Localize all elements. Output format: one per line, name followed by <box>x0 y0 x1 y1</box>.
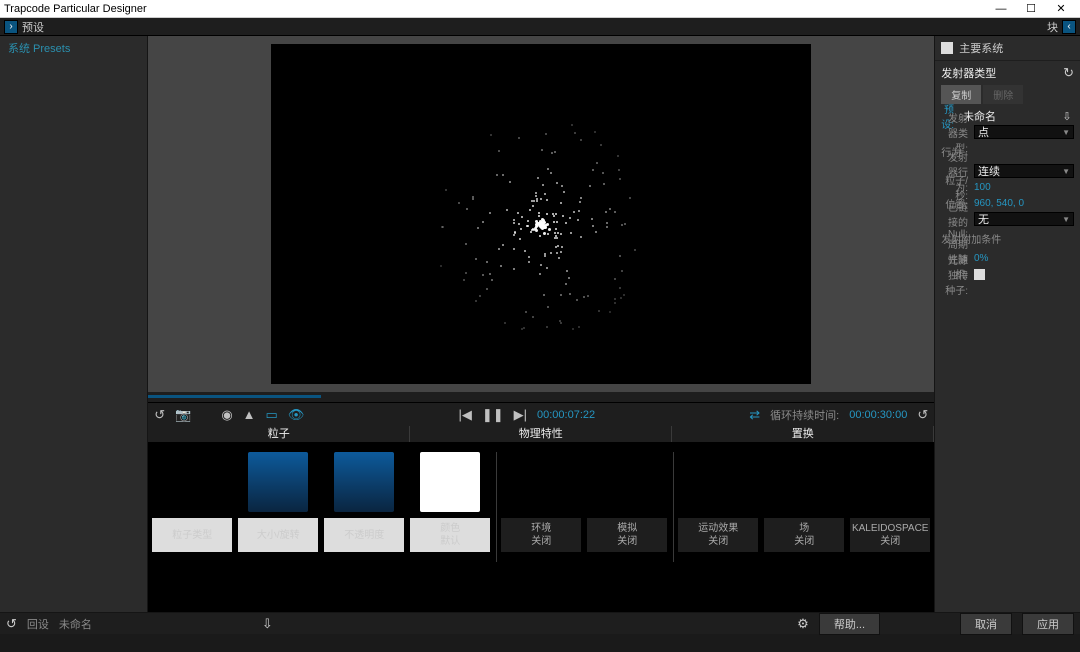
thumb-label: 大小/旋转 <box>257 529 300 542</box>
thumb-label: 不透明度 <box>344 529 384 542</box>
preview-canvas[interactable] <box>271 44 811 384</box>
transport-bar: ↺ 📷 ◉ ▲ ▭ 👁 |◀ ❚❚ ▶| 00:00:07:22 ⇄ 循环持续时… <box>148 402 934 426</box>
thumb-env[interactable]: 环境关闭 <box>501 452 581 562</box>
behavior-dropdown[interactable]: 连续▼ <box>974 164 1074 178</box>
thumb-particle-type[interactable]: 粒子类型 <box>152 452 232 562</box>
thumb-label: 粒子类型 <box>172 529 212 542</box>
loop-icon[interactable]: ⇄ <box>749 407 760 423</box>
presets-toggle[interactable]: › <box>4 20 18 34</box>
thumbs-row: 粒子类型 大小/旋转 不透明度 颜色默认 环境关闭 <box>148 442 934 562</box>
footer-name: 未命名 <box>59 616 92 632</box>
thumb-img <box>688 452 748 512</box>
timeline-scrub[interactable] <box>148 392 934 402</box>
lower-fill <box>148 562 934 612</box>
thumb-label: 场 <box>799 522 809 535</box>
preview-area <box>148 36 934 392</box>
thumb-label: 模拟 <box>617 522 637 535</box>
thumb-sub: 默认 <box>440 535 460 548</box>
right-panel: 主要系统 发射器类型 ↻ 复制 删除 预设: 未命名 ⇩ 发射器类型: 点▼ 行… <box>934 36 1080 612</box>
thumb-img <box>597 452 657 512</box>
thumb-img <box>774 452 834 512</box>
category-row: 粒子 物理特性 置换 <box>148 426 934 442</box>
thumb-motion[interactable]: 运动效果关闭 <box>678 452 758 562</box>
eye-icon[interactable]: 👁 <box>288 407 305 423</box>
thumb-sim[interactable]: 模拟关闭 <box>587 452 667 562</box>
main-system-label: 主要系统 <box>959 40 1003 56</box>
loop-time[interactable]: 00:00:30:00 <box>849 409 907 421</box>
pps-value[interactable]: 100 <box>974 180 1074 194</box>
apply-button[interactable]: 应用 <box>1022 613 1074 635</box>
save-preset-icon[interactable]: ⇩ <box>1060 110 1074 123</box>
thumb-sub: 关闭 <box>617 535 637 548</box>
prev-frame-icon[interactable]: |◀ <box>458 407 471 423</box>
system-presets-link[interactable]: 系统 Presets <box>0 36 147 60</box>
pause-icon[interactable]: ❚❚ <box>482 407 504 423</box>
window-title: Trapcode Particular Designer <box>4 3 147 15</box>
footer-undo-icon[interactable]: ↺ <box>6 616 17 632</box>
thumb-label: 环境 <box>531 522 551 535</box>
thumb-opacity[interactable]: 不透明度 <box>324 452 404 562</box>
null-dropdown[interactable]: 无▼ <box>974 212 1074 226</box>
window-titlebar: Trapcode Particular Designer — ☐ ✕ <box>0 0 1080 18</box>
maximize-button[interactable]: ☐ <box>1016 2 1046 15</box>
cancel-button[interactable]: 取消 <box>960 613 1012 635</box>
thumb-sub: 关闭 <box>880 535 900 548</box>
thumb-img <box>162 452 222 512</box>
thumb-label: 运动效果 <box>698 522 738 535</box>
thumb-img <box>248 452 308 512</box>
thumb-size-rotate[interactable]: 大小/旋转 <box>238 452 318 562</box>
minimize-button[interactable]: — <box>986 3 1016 15</box>
thumb-img <box>334 452 394 512</box>
center-panel: ↺ 📷 ◉ ▲ ▭ 👁 |◀ ❚❚ ▶| 00:00:07:22 ⇄ 循环持续时… <box>148 36 934 612</box>
thumb-img <box>860 452 920 512</box>
seed-checkbox[interactable] <box>974 269 985 280</box>
main-system-checkbox[interactable] <box>941 42 953 54</box>
thumb-kaleido[interactable]: KALEIDOSPACE关闭 <box>850 452 930 562</box>
footer-save-icon[interactable]: ⇩ <box>262 616 273 632</box>
camera-icon[interactable]: 📷 <box>175 407 191 423</box>
next-frame-icon[interactable]: ▶| <box>514 407 527 423</box>
loop-label: 循环持续时间: <box>770 407 839 423</box>
thumb-sub: 关闭 <box>794 535 814 548</box>
tab-delete[interactable]: 删除 <box>983 85 1023 104</box>
left-panel: 系统 Presets <box>0 36 148 612</box>
current-time[interactable]: 00:00:07:22 <box>537 409 595 421</box>
thumb-img <box>420 452 480 512</box>
blocks-toggle[interactable]: ‹ <box>1062 20 1076 34</box>
thumb-sub: 关闭 <box>531 535 551 548</box>
refresh-icon[interactable]: ↻ <box>1063 65 1074 81</box>
frame-icon[interactable]: ▭ <box>266 407 278 423</box>
emitter-section-title: 发射器类型 <box>941 65 996 81</box>
blocks-label: 块 <box>1047 19 1058 35</box>
pos-value[interactable]: 960, 540, 0 <box>974 196 1074 210</box>
settings-icon[interactable]: ⚙ <box>797 616 809 632</box>
thumb-label: 颜色 <box>440 522 460 535</box>
thumb-label: KALEIDOSPACE <box>852 522 929 535</box>
seed-label: 光源独特种子: <box>941 252 974 297</box>
thumb-sub: 关闭 <box>708 535 728 548</box>
cat-particle[interactable]: 粒子 <box>148 426 410 442</box>
undo-icon[interactable]: ↺ <box>154 407 165 423</box>
reset-icon[interactable]: ↺ <box>917 407 928 423</box>
warning-icon[interactable]: ▲ <box>243 407 256 422</box>
main-area: 系统 Presets ↺ 📷 ◉ ▲ ▭ 👁 |◀ ❚❚ ▶| 00:00:07… <box>0 36 1080 612</box>
header-bar: › 预设 块 ‹ <box>0 18 1080 36</box>
thumb-img <box>511 452 571 512</box>
main-system-row[interactable]: 主要系统 <box>935 36 1080 61</box>
footer-bar: ↺ 回设 未命名 ⇩ ⚙ 帮助... 取消 应用 <box>0 612 1080 634</box>
random-value[interactable]: 0% <box>974 251 1074 265</box>
scrub-progress <box>148 395 321 398</box>
cat-displace[interactable]: 置换 <box>672 426 934 442</box>
close-button[interactable]: ✕ <box>1046 2 1076 15</box>
circle-icon[interactable]: ◉ <box>221 407 232 423</box>
emitter-type-dropdown[interactable]: 点▼ <box>974 125 1074 139</box>
cat-physics[interactable]: 物理特性 <box>410 426 672 442</box>
footer-back[interactable]: 回设 <box>27 616 49 632</box>
thumb-color[interactable]: 颜色默认 <box>410 452 490 562</box>
thumb-field[interactable]: 场关闭 <box>764 452 844 562</box>
help-button[interactable]: 帮助... <box>819 613 880 635</box>
presets-label: 预设 <box>22 19 44 35</box>
